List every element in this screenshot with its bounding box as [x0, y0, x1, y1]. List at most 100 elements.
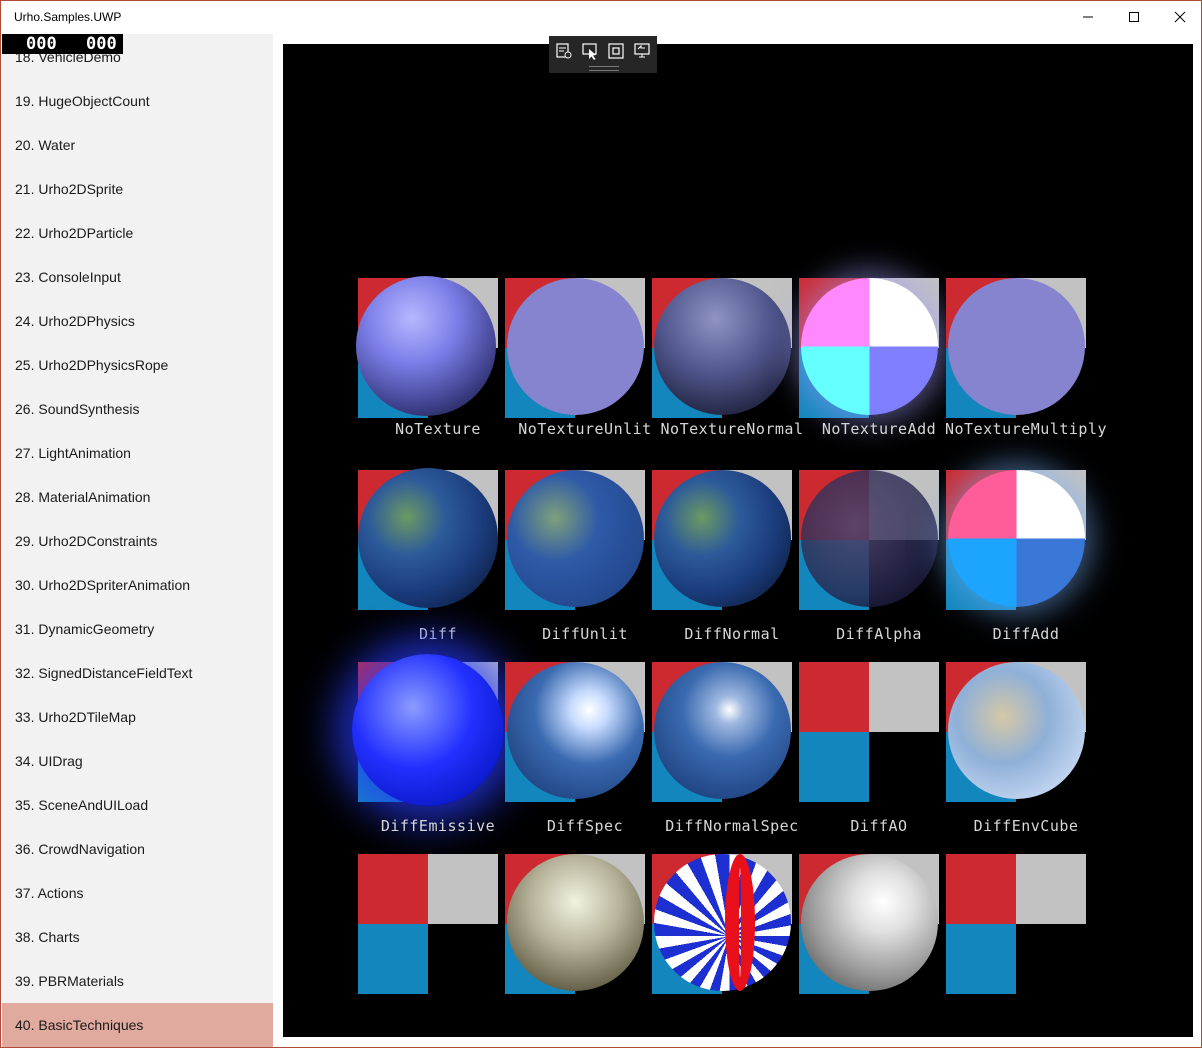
quad-black — [1016, 924, 1086, 994]
track-focus-icon[interactable] — [632, 41, 652, 61]
list-item[interactable]: 38. Charts — [2, 915, 273, 959]
list-item-label: 34. UIDrag — [15, 753, 83, 769]
list-item[interactable]: 31. DynamicGeometry — [2, 607, 273, 651]
material-sphere — [506, 277, 644, 415]
list-item-label: 19. HugeObjectCount — [15, 93, 150, 109]
toolbar-grip[interactable] — [589, 66, 619, 71]
material-label: NoTextureMultiply — [944, 420, 1108, 438]
material-sphere — [358, 468, 498, 608]
list-item[interactable]: 37. Actions — [2, 871, 273, 915]
material-cell — [946, 854, 1106, 1037]
list-item[interactable]: 36. CrowdNavigation — [2, 827, 273, 871]
list-item[interactable]: 28. MaterialAnimation — [2, 475, 273, 519]
material-sphere — [653, 853, 791, 991]
list-item[interactable]: 40. BasicTechniques — [2, 1003, 273, 1047]
debug-toolbar — [549, 36, 657, 73]
material-cell: DiffAdd — [946, 469, 1106, 670]
material-sphere — [653, 277, 791, 415]
maximize-icon — [1129, 12, 1139, 22]
quad-red — [799, 662, 869, 732]
material-sphere — [352, 654, 504, 806]
material-sphere — [947, 469, 1085, 607]
minimize-icon — [1083, 16, 1093, 18]
list-item-label: 36. CrowdNavigation — [15, 841, 145, 857]
list-item-label: 20. Water — [15, 137, 76, 153]
list-item[interactable]: 20. Water — [2, 123, 273, 167]
quad-blue — [799, 732, 869, 802]
material-cell: NoTextureNormal — [652, 277, 812, 478]
display-layout-adorners-icon[interactable] — [606, 41, 626, 61]
list-item[interactable]: 29. Urho2DConstraints — [2, 519, 273, 563]
list-item-label: 28. MaterialAnimation — [15, 489, 151, 505]
list-item-label: 25. Urho2DPhysicsRope — [15, 357, 169, 373]
fps-counter-left: 000 — [26, 34, 57, 54]
material-sphere — [947, 277, 1085, 415]
list-item[interactable]: 35. SceneAndUILoad — [2, 783, 273, 827]
visual-tree-icon[interactable] — [554, 41, 574, 61]
list-item[interactable]: 32. SignedDistanceFieldText — [2, 651, 273, 695]
close-button[interactable] — [1157, 1, 1201, 33]
list-item-label: 35. SceneAndUILoad — [15, 797, 149, 813]
samples-list[interactable]: 18. VehicleDemo 19. HugeObjectCount 20. W… — [2, 34, 273, 1047]
material-label: DiffAdd — [992, 625, 1060, 643]
quad-black — [869, 732, 939, 802]
material-sphere — [800, 853, 938, 991]
minimize-button[interactable] — [1065, 1, 1111, 33]
material-cell — [799, 853, 959, 1037]
material-cell — [505, 853, 665, 1037]
list-item-label: 21. Urho2DSprite — [15, 181, 124, 197]
select-element-icon[interactable] — [580, 41, 600, 61]
list-item[interactable]: 39. PBRMaterials — [2, 959, 273, 1003]
list-item-label: 39. PBRMaterials — [15, 973, 124, 989]
material-cell: NoTextureAdd — [799, 277, 959, 478]
list-item-label: 24. Urho2DPhysics — [15, 313, 135, 329]
app-window: Urho.Samples.UWP 18. VehicleDemo 19. Hug… — [0, 0, 1202, 1048]
list-item-label: 27. LightAnimation — [15, 445, 131, 461]
material-cell — [652, 853, 812, 1037]
list-item-label: 31. DynamicGeometry — [15, 621, 155, 637]
list-item-label: 40. BasicTechniques — [15, 1017, 144, 1033]
material-sphere — [800, 277, 938, 415]
maximize-button[interactable] — [1111, 1, 1157, 33]
list-item[interactable]: 34. UIDrag — [2, 739, 273, 783]
material-sphere — [506, 661, 644, 799]
material-cell: NoTextureUnlit — [505, 277, 665, 478]
quad-gray — [869, 662, 939, 732]
material-sphere — [506, 469, 644, 607]
title-bar: Urho.Samples.UWP — [1, 1, 1201, 33]
quad-blue — [946, 924, 1016, 994]
list-item[interactable]: 24. Urho2DPhysics — [2, 299, 273, 343]
material-cell: NoTexture — [356, 276, 518, 478]
list-item-label: 30. Urho2DSpriterAnimation — [15, 577, 191, 593]
list-item[interactable]: 33. Urho2DTileMap — [2, 695, 273, 739]
quad-blue — [358, 924, 428, 994]
material-cell: DiffEnvCube — [946, 661, 1106, 862]
sphere-band — [724, 853, 755, 991]
render-viewport[interactable]: NoTexture NoTextureUnlit NoTextureNormal No… — [283, 44, 1193, 1037]
list-item-label: 37. Actions — [15, 885, 84, 901]
material-sphere — [800, 469, 938, 607]
list-item[interactable]: 30. Urho2DSpriterAnimation — [2, 563, 273, 607]
list-item[interactable]: 27. LightAnimation — [2, 431, 273, 475]
material-cell — [358, 854, 518, 1037]
fps-counter-right: 000 — [86, 34, 117, 54]
quad-gray — [1016, 854, 1086, 924]
material-sphere — [653, 661, 791, 799]
list-item[interactable]: 22. Urho2DParticle — [2, 211, 273, 255]
list-item-label: 38. Charts — [15, 929, 80, 945]
list-item-label: 29. Urho2DConstraints — [15, 533, 158, 549]
list-item-label: 33. Urho2DTileMap — [15, 709, 136, 725]
list-item[interactable]: 25. Urho2DPhysicsRope — [2, 343, 273, 387]
material-sphere — [653, 469, 791, 607]
material-cell: NoTextureMultiply — [945, 277, 1107, 478]
window-title: Urho.Samples.UWP — [14, 10, 122, 24]
quad-red — [358, 854, 428, 924]
list-item[interactable]: 26. SoundSynthesis — [2, 387, 273, 431]
list-item-label: 22. Urho2DParticle — [15, 225, 134, 241]
close-icon — [1174, 11, 1186, 23]
list-item[interactable]: 23. ConsoleInput — [2, 255, 273, 299]
list-item-label: 23. ConsoleInput — [15, 269, 121, 285]
list-item[interactable]: 21. Urho2DSprite — [2, 167, 273, 211]
list-item[interactable]: 19. HugeObjectCount — [2, 79, 273, 123]
material-sphere — [506, 853, 644, 991]
